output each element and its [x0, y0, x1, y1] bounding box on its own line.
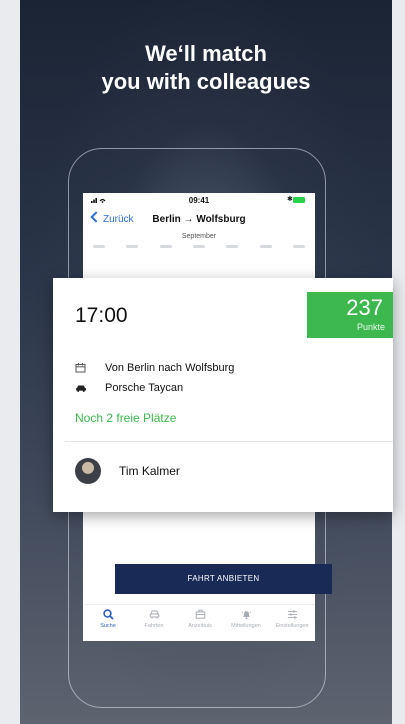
tab-fahrten[interactable]: Fahrten: [131, 609, 177, 629]
car-text: Porsche Taycan: [105, 382, 184, 394]
points-badge: 237 Punkte: [307, 292, 393, 338]
calendar-month: September: [181, 233, 217, 240]
points-label: Punkte: [356, 322, 385, 332]
tab-label: Anzeibuis: [188, 623, 212, 629]
route-text: Von Berlin nach Wolfsburg: [105, 362, 235, 374]
tab-suche[interactable]: Suche: [85, 609, 131, 629]
tab-label: Fahrten: [144, 623, 164, 629]
ride-card[interactable]: 17:00 237 Punkte Von Berlin nach Wolfsbu…: [53, 278, 393, 512]
battery-icon: ✱: [287, 196, 307, 203]
bluetooth-icon: ✱: [287, 196, 293, 203]
free-seats-text: Noch 2 freie Plätze: [75, 411, 177, 425]
status-time: 09:41: [188, 196, 210, 205]
tab-anzeibuis[interactable]: Anzeibuis: [177, 609, 223, 629]
calendar-weekday-row: [93, 245, 305, 253]
headline-line-2: you with colleagues: [101, 69, 311, 94]
tab-bar: Suche Fahrten Anzeibuis Mitteilungen Ein…: [83, 604, 315, 641]
briefcase-icon: [195, 609, 205, 619]
sliders-icon: [287, 610, 297, 619]
offer-ride-button[interactable]: FAHRT ANBIETEN: [115, 564, 332, 594]
driver-name: Tim Kalmer: [119, 464, 180, 478]
calendar-icon: [75, 363, 87, 373]
tab-mitteilungen[interactable]: Mitteilungen: [223, 609, 269, 629]
tab-label: Einstellungen: [275, 623, 309, 629]
tab-label: Suche: [100, 623, 116, 629]
tab-label: Mitteilungen: [231, 623, 261, 629]
status-bar: 09:41 ✱: [83, 193, 315, 209]
points-value: 237: [346, 295, 383, 320]
promo-headline: We‘ll match you with colleagues: [20, 40, 392, 96]
card-divider: [65, 441, 393, 442]
headline-line-1: We‘ll match: [145, 41, 267, 66]
ride-time: 17:00: [75, 304, 128, 327]
navigation-bar: Zurück Berlin → Wolfsburg: [83, 210, 315, 232]
tab-einstellungen[interactable]: Einstellungen: [269, 609, 315, 629]
route-title: Berlin → Wolfsburg: [152, 214, 246, 225]
bell-icon: [241, 611, 251, 620]
car-icon: [149, 610, 159, 619]
car-icon: [75, 383, 87, 393]
search-icon: [102, 609, 114, 620]
driver-avatar: [75, 458, 101, 484]
